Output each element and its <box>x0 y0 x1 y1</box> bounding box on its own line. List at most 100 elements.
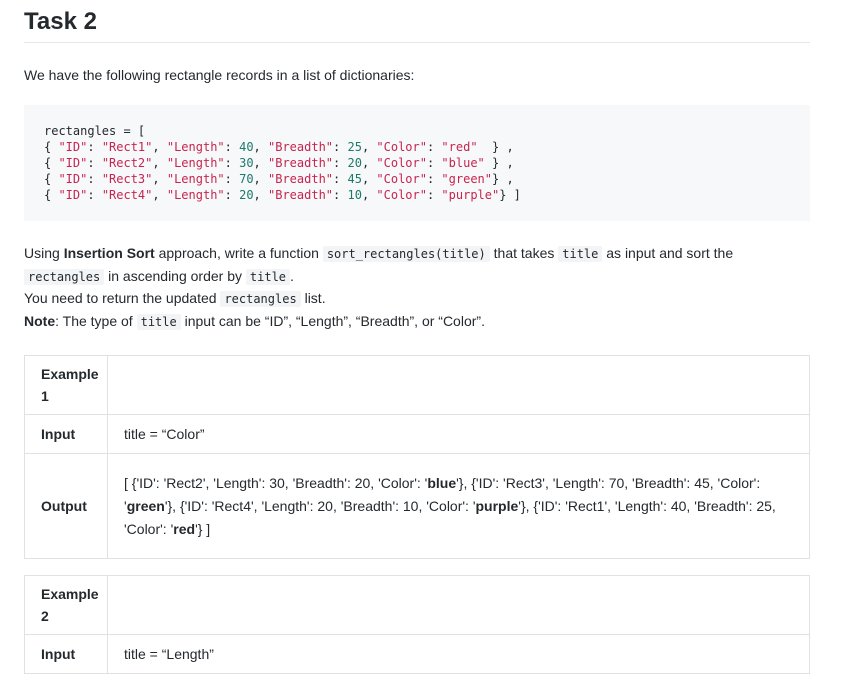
code-key: "Breadth" <box>268 188 334 202</box>
document-page: Task 2 We have the following rectangle r… <box>24 0 810 674</box>
output-color-value: purple <box>475 497 519 514</box>
note-line: Note: The type of title input can be “ID… <box>24 312 485 330</box>
code-punct: : <box>224 172 240 186</box>
example-2-table: Example 2 Input title = “Length” <box>24 575 810 674</box>
code-punct: , <box>361 156 377 170</box>
input-row: Input title = “Color” <box>24 414 810 454</box>
code-punct: , <box>152 172 167 186</box>
code-punct: { <box>44 140 59 154</box>
code-key: "Breadth" <box>268 156 334 170</box>
output-text: [ {'ID': 'Rect2', 'Length': 30, 'Breadth… <box>124 474 428 491</box>
output-label: Output <box>24 453 108 559</box>
code-key: "Color" <box>376 140 427 154</box>
code-key: "Length" <box>166 188 225 202</box>
example-header-row: Example 1 <box>24 355 810 415</box>
code-punct: : <box>87 140 102 154</box>
example-header-empty <box>107 355 810 415</box>
code-number: 40 <box>239 140 254 154</box>
code-rows: { "ID": "Rect1", "Length": 40, "Breadth"… <box>44 140 521 202</box>
task-description: Using Insertion Sort approach, write a f… <box>24 243 810 333</box>
code-number: 10 <box>347 188 362 202</box>
code-punct: : <box>333 188 348 202</box>
page-title: Task 2 <box>24 0 810 43</box>
code-punct: } , <box>477 140 514 154</box>
code-punct: : <box>224 156 240 170</box>
code-string: "Rect2" <box>101 156 153 170</box>
input-value: title = “Color” <box>107 414 810 454</box>
code-punct: : <box>224 140 240 154</box>
code-number: 20 <box>347 156 362 170</box>
code-key: "Color" <box>376 156 427 170</box>
rectangles-code: rectangles <box>220 291 301 307</box>
example-header-row: Example 2 <box>24 575 810 635</box>
code-punct: : <box>87 156 102 170</box>
code-string: "red" <box>441 140 478 154</box>
example-1-table: Example 1 Input title = “Color” Output [… <box>24 355 810 559</box>
code-punct: : <box>426 172 442 186</box>
code-key: "Length" <box>166 172 225 186</box>
code-punct: : <box>333 172 348 186</box>
code-line: { "ID": "Rect2", "Length": 30, "Breadth"… <box>44 156 514 170</box>
note-label: Note <box>24 312 56 329</box>
code-string: "Rect1" <box>101 140 153 154</box>
code-key: "Length" <box>166 140 225 154</box>
code-punct: : <box>87 188 102 202</box>
code-key: "Breadth" <box>268 140 334 154</box>
code-punct: : <box>426 140 442 154</box>
output-text: '}, {'ID': 'Rect4', 'Length': 20, 'Bread… <box>164 497 476 514</box>
code-number: 20 <box>239 188 254 202</box>
output-value: [ {'ID': 'Rect2', 'Length': 30, 'Breadth… <box>107 453 810 559</box>
intro-text: We have the following rectangle records … <box>24 67 415 83</box>
description-line-2: rectangles in ascending order by title. <box>24 266 810 289</box>
code-punct: , <box>152 188 167 202</box>
code-string: "green" <box>441 172 492 186</box>
title-code: title <box>245 268 291 285</box>
output-color-value: blue <box>427 474 457 491</box>
code-punct: } , <box>484 156 514 170</box>
input-row: Input title = “Length” <box>24 634 810 674</box>
rectangles-code: rectangles <box>24 268 105 285</box>
insertion-sort-emphasis: Insertion Sort <box>63 245 155 261</box>
code-number: 45 <box>347 172 362 186</box>
code-punct: { <box>44 172 59 186</box>
code-punct: , <box>152 156 167 170</box>
code-punct: , <box>152 140 167 154</box>
input-value: title = “Length” <box>107 634 810 674</box>
code-punct: , <box>361 188 377 202</box>
code-line: { "ID": "Rect3", "Length": 70, "Breadth"… <box>44 172 514 186</box>
code-block: rectangles = [ { "ID": "Rect1", "Length"… <box>24 105 810 221</box>
code-punct: : <box>224 188 240 202</box>
code-punct: : <box>426 188 442 202</box>
code-punct: , <box>253 188 268 202</box>
code-key: "Color" <box>376 172 427 186</box>
title-code: title <box>558 246 603 262</box>
description-line-3: You need to return the updated rectangle… <box>24 290 326 307</box>
code-string: "Rect4" <box>101 188 153 202</box>
code-header: rectangles = [ <box>44 124 146 138</box>
example-label: Example 1 <box>24 355 108 415</box>
code-punct: } , <box>492 172 514 186</box>
code-key: "ID" <box>58 140 88 154</box>
code-punct: : <box>333 140 348 154</box>
code-string: "Rect3" <box>101 172 153 186</box>
code-key: "Breadth" <box>268 172 334 186</box>
input-label: Input <box>24 414 108 454</box>
input-label: Input <box>24 634 108 674</box>
description-line-1: Using Insertion Sort approach, write a f… <box>24 245 734 262</box>
code-line: { "ID": "Rect1", "Length": 40, "Breadth"… <box>44 140 514 154</box>
code-key: "ID" <box>58 156 88 170</box>
title-code: title <box>136 313 181 330</box>
code-punct: { <box>44 156 59 170</box>
code-number: 30 <box>239 156 254 170</box>
code-punct: , <box>253 140 268 154</box>
example-header-empty <box>107 575 810 635</box>
output-row: Output [ {'ID': 'Rect2', 'Length': 30, '… <box>24 453 810 559</box>
code-punct: : <box>87 172 102 186</box>
code-key: "Length" <box>166 156 225 170</box>
code-key: "ID" <box>58 188 88 202</box>
output-text: '} ] <box>195 520 211 537</box>
code-punct: , <box>253 156 268 170</box>
code-punct: { <box>44 188 59 202</box>
output-color-value: red <box>173 520 196 537</box>
code-punct: , <box>361 140 377 154</box>
